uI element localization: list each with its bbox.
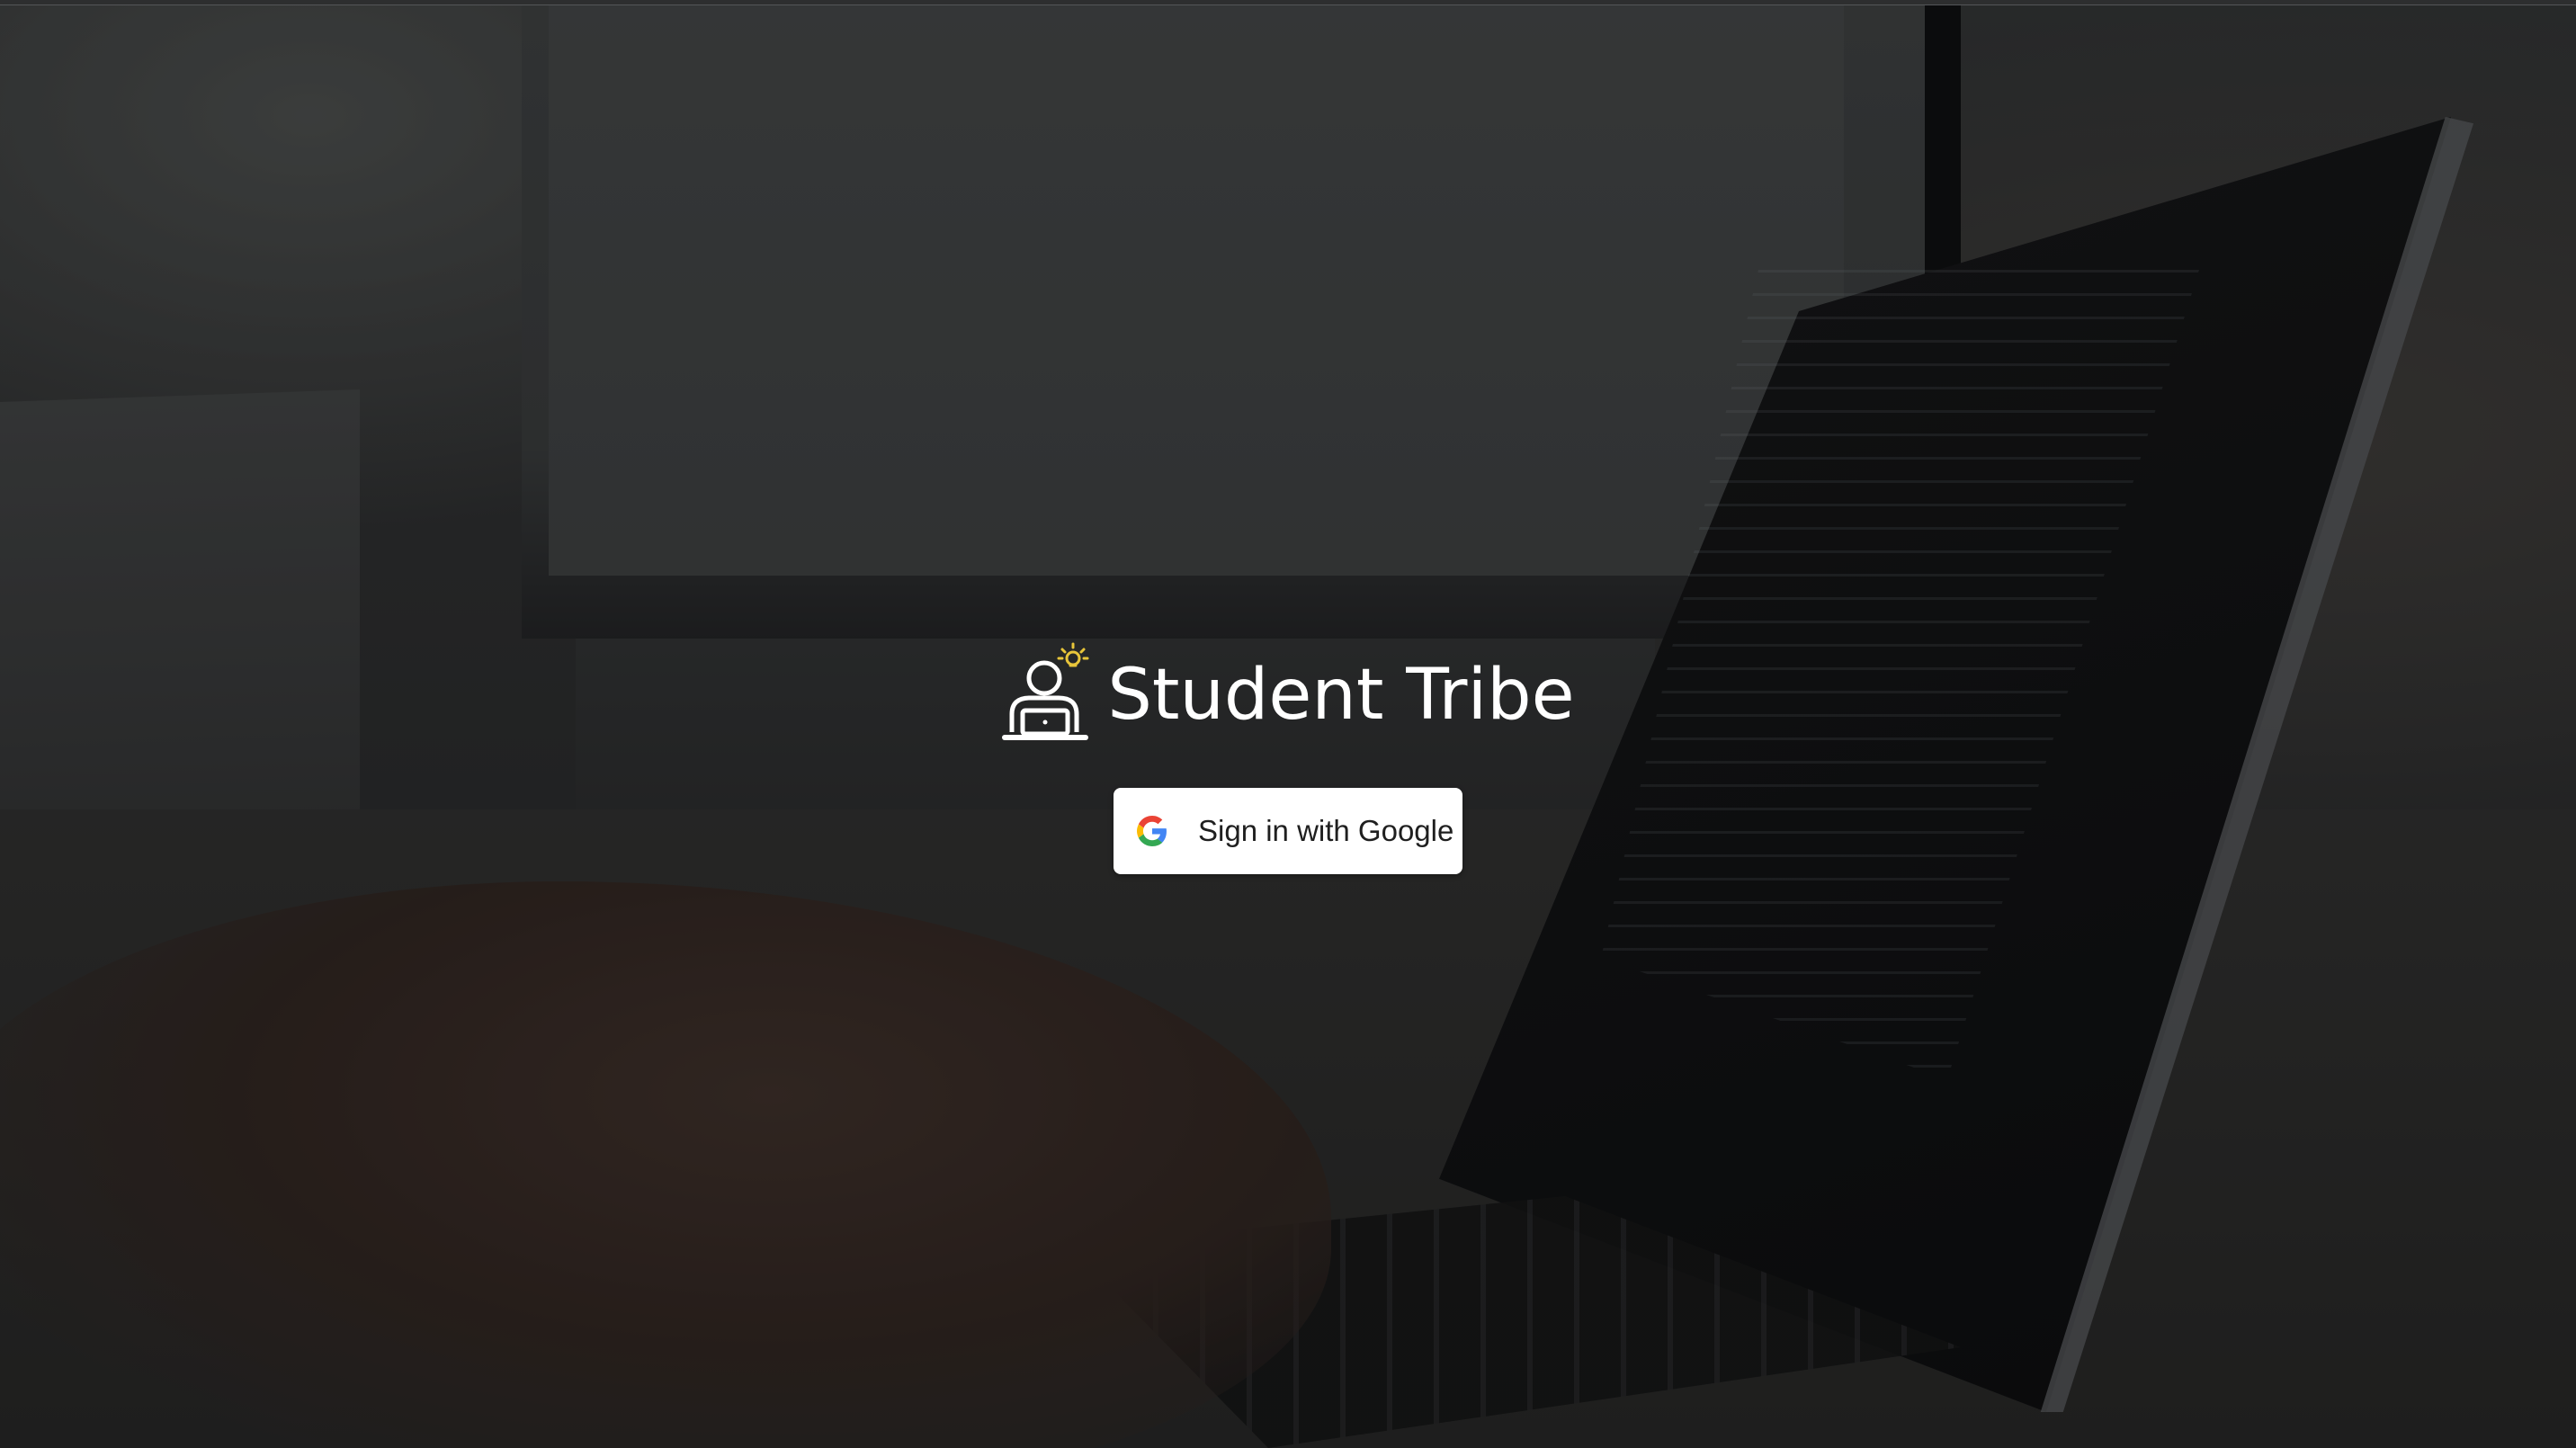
brand-name: Student Tribe bbox=[1107, 655, 1575, 736]
google-signin-button[interactable]: Sign in with Google bbox=[1114, 788, 1462, 874]
brand: Student Tribe bbox=[1001, 639, 1575, 745]
login-panel: Student Tribe Sign in with Google bbox=[0, 639, 2576, 874]
google-signin-label: Sign in with Google bbox=[1198, 814, 1454, 847]
google-g-icon bbox=[1137, 816, 1167, 846]
login-page: Student Tribe Sign in with Google bbox=[0, 0, 2576, 1448]
top-strip bbox=[0, 0, 2576, 5]
student-laptop-lightbulb-icon bbox=[1002, 642, 1089, 740]
